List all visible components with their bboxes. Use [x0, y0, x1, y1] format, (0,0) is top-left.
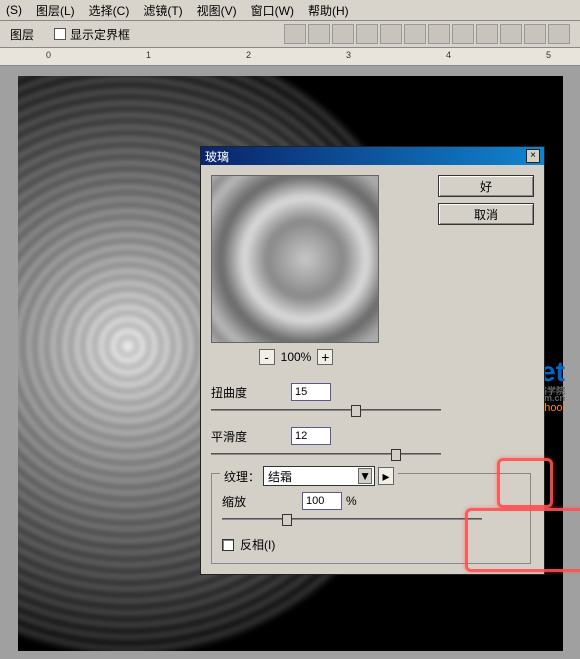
menu-item[interactable]: 选择(C) [89, 2, 130, 19]
menu-bar: (S) 图层(L) 选择(C) 滤镜(T) 视图(V) 窗口(W) 帮助(H) [0, 0, 580, 20]
distortion-slider[interactable] [211, 403, 441, 417]
invert-checkbox[interactable]: 反相(I) [222, 536, 520, 553]
zoom-percent: 100% [281, 350, 312, 364]
glass-filter-dialog: 玻璃 × 好 取消 - 100% + 扭曲度 [200, 146, 545, 575]
workspace: eNet 网络学院 .com.cn www.eNet.com.cn/eschoo… [0, 66, 580, 659]
texture-label: 纹理： [224, 468, 260, 485]
ruler-horizontal: 0 1 2 3 4 5 [0, 48, 580, 66]
texture-group: 纹理： 结霜 ▼ ▸ 缩放 % [211, 473, 531, 564]
menu-item[interactable]: 帮助(H) [308, 2, 349, 19]
dialog-titlebar[interactable]: 玻璃 × [201, 147, 544, 165]
align-button[interactable] [356, 24, 378, 44]
align-buttons [284, 24, 570, 44]
ruler-mark: 4 [446, 50, 451, 60]
show-bbox-label: 显示定界框 [70, 26, 130, 43]
layer-label: 图层 [10, 26, 34, 43]
preview-thumbnail [211, 175, 379, 343]
align-button[interactable] [284, 24, 306, 44]
menu-item[interactable]: 视图(V) [197, 2, 237, 19]
align-button[interactable] [380, 24, 402, 44]
ruler-mark: 1 [146, 50, 151, 60]
checkbox-box [222, 539, 234, 551]
menu-item[interactable]: (S) [6, 3, 22, 17]
texture-select[interactable]: 结霜 ▼ [263, 466, 375, 486]
smoothness-slider[interactable] [211, 447, 441, 461]
align-button[interactable] [548, 24, 570, 44]
menu-item[interactable]: 窗口(W) [251, 2, 294, 19]
zoom-out-button[interactable]: - [259, 349, 275, 365]
ruler-mark: 5 [546, 50, 551, 60]
ruler-mark: 2 [246, 50, 251, 60]
dialog-title: 玻璃 [205, 148, 229, 165]
align-button[interactable] [308, 24, 330, 44]
show-bbox-checkbox[interactable]: 显示定界框 [54, 26, 130, 43]
zoom-in-button[interactable]: + [317, 349, 333, 365]
checkbox-box [54, 28, 66, 40]
smoothness-input[interactable] [291, 427, 331, 445]
menu-item[interactable]: 图层(L) [36, 2, 75, 19]
align-button[interactable] [524, 24, 546, 44]
ruler-mark: 3 [346, 50, 351, 60]
ok-button[interactable]: 好 [438, 175, 534, 197]
preview-image [211, 175, 379, 343]
scale-slider[interactable] [222, 512, 482, 526]
distortion-input[interactable] [291, 383, 331, 401]
invert-label: 反相(I) [240, 536, 275, 553]
texture-load-button[interactable]: ▸ [378, 467, 394, 485]
texture-value: 结霜 [268, 468, 292, 485]
options-bar: 图层 显示定界框 [0, 20, 580, 48]
align-button[interactable] [500, 24, 522, 44]
align-button[interactable] [332, 24, 354, 44]
smoothness-label: 平滑度 [211, 428, 291, 445]
align-button[interactable] [428, 24, 450, 44]
distortion-label: 扭曲度 [211, 384, 291, 401]
align-button[interactable] [404, 24, 426, 44]
ruler-mark: 0 [46, 50, 51, 60]
scale-input[interactable] [302, 492, 342, 510]
cancel-button[interactable]: 取消 [438, 203, 534, 225]
menu-item[interactable]: 滤镜(T) [143, 2, 182, 19]
close-button[interactable]: × [526, 149, 540, 163]
align-button[interactable] [476, 24, 498, 44]
scale-unit: % [346, 494, 357, 508]
scale-label: 缩放 [222, 493, 302, 510]
chevron-down-icon: ▼ [358, 468, 372, 484]
align-button[interactable] [452, 24, 474, 44]
